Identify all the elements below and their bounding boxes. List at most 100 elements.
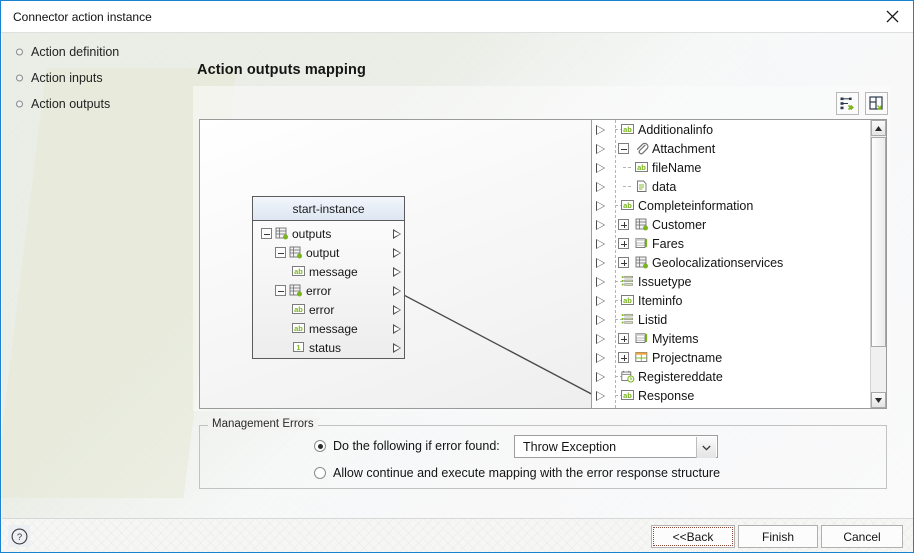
auto-map-icon[interactable] (836, 91, 859, 115)
tree-row-data[interactable]: data (592, 177, 886, 196)
source-row-error-message[interactable]: ab message (253, 319, 404, 338)
structure-icon (289, 284, 303, 297)
grid-icon (635, 351, 649, 364)
tree-row-label: fileName (652, 160, 702, 175)
tree-row-registereddate[interactable]: Registereddate (592, 367, 886, 386)
tree-row-completeinformation[interactable]: ab Completeinformation (592, 196, 886, 215)
sidebar-item-action-definition[interactable]: Action definition (1, 39, 181, 65)
target-port-inner (597, 125, 605, 134)
expand-toggle-icon[interactable] (618, 238, 629, 249)
table-icon (635, 237, 649, 250)
finish-button[interactable]: Finish (738, 525, 818, 548)
tree-row-label: Geolocalizationservices (652, 255, 784, 270)
target-port-inner (597, 144, 605, 153)
tree-row-additionalinfo[interactable]: ab Additionalinfo (592, 120, 886, 139)
collapse-toggle-icon[interactable] (618, 143, 629, 154)
tree-row-label: Fares (652, 236, 684, 251)
tree-row-fares[interactable]: Fares (592, 234, 886, 253)
radio-error-found-icon[interactable] (314, 440, 326, 452)
bullet-icon (16, 100, 23, 108)
source-row-label: error (309, 302, 335, 317)
radio-allow-continue-icon[interactable] (314, 467, 326, 479)
tree-row-projectname[interactable]: Projectname (592, 348, 886, 367)
expand-toggle-icon[interactable] (618, 219, 629, 230)
back-button[interactable]: <<Back (651, 525, 735, 548)
close-icon[interactable] (869, 1, 913, 32)
tree-row-filename[interactable]: ab fileName (592, 158, 886, 177)
bullet-icon (16, 74, 23, 82)
string-icon: ab (621, 294, 635, 307)
string-icon: ab (292, 322, 306, 335)
number-icon: 1 (292, 341, 306, 354)
sidebar-item-action-inputs[interactable]: Action inputs (1, 65, 181, 91)
table-icon (635, 332, 649, 345)
collapse-toggle-icon[interactable] (275, 247, 286, 258)
string-icon: ab (635, 161, 649, 174)
target-port-inner (597, 201, 605, 210)
source-row-outputs[interactable]: outputs (253, 224, 404, 243)
source-row-output[interactable]: output (253, 243, 404, 262)
source-row-error[interactable]: ab error (253, 300, 404, 319)
cancel-button[interactable]: Cancel (821, 525, 903, 548)
error-action-select-value: Throw Exception (523, 439, 617, 454)
string-icon: ab (292, 303, 306, 316)
target-port-inner (597, 163, 605, 172)
target-tree-panel[interactable]: ab Additionalinfo Attachment ab fileName… (591, 120, 886, 408)
target-port-inner (597, 334, 605, 343)
target-port-inner (597, 315, 605, 324)
tree-row-label: Response (638, 388, 695, 403)
svg-text:ab: ab (637, 163, 646, 172)
svg-text:?: ? (16, 532, 21, 543)
layout-panels-icon[interactable] (865, 91, 888, 115)
mapping-canvas[interactable]: start-instance outputs output ab message… (199, 119, 887, 409)
tree-scrollbar[interactable] (870, 120, 886, 408)
collapse-toggle-icon[interactable] (261, 228, 272, 239)
svg-text:ab: ab (623, 125, 632, 134)
tree-row-myitems[interactable]: Myitems (592, 329, 886, 348)
mapping-toolbar (836, 89, 888, 117)
tree-row-label: Completeinformation (638, 198, 754, 213)
tree-row-geolocalizationservices[interactable]: Geolocalizationservices (592, 253, 886, 272)
target-port-inner (597, 258, 605, 267)
chevron-down-icon[interactable] (696, 437, 716, 458)
source-port-inner (393, 249, 400, 256)
source-port-inner (393, 344, 400, 351)
help-icon[interactable]: ? (8, 525, 30, 547)
tree-row-issuetype[interactable]: Issuetype (592, 272, 886, 291)
page-title: Action outputs mapping (197, 62, 366, 78)
tree-row-attachment[interactable]: Attachment (592, 139, 886, 158)
source-row-error-group[interactable]: error (253, 281, 404, 300)
collapse-toggle-icon[interactable] (275, 285, 286, 296)
string-icon: ab (621, 123, 635, 136)
radio-option-error-found[interactable]: Do the following if error found: (314, 439, 500, 453)
scroll-down-icon[interactable] (871, 392, 886, 408)
sidebar-item-label: Action definition (31, 45, 120, 59)
radio-option-allow-continue[interactable]: Allow continue and execute mapping with … (314, 466, 720, 480)
tree-elbow (623, 167, 631, 168)
error-action-select[interactable]: Throw Exception (514, 435, 718, 458)
source-row-status[interactable]: 1 status (253, 338, 404, 357)
scrollbar-thumb[interactable] (871, 137, 886, 347)
expand-toggle-icon[interactable] (618, 333, 629, 344)
sidebar-item-action-outputs[interactable]: Action outputs (1, 91, 181, 117)
tree-row-label: Additionalinfo (638, 122, 714, 137)
source-port-inner (393, 287, 400, 294)
source-row-label: output (306, 245, 340, 260)
source-row-label: error (306, 283, 332, 298)
target-port-inner (597, 391, 605, 400)
source-node-rows: outputs output ab message error ab error… (253, 221, 404, 357)
title-bar: Connector action instance (1, 1, 913, 33)
expand-toggle-icon[interactable] (618, 352, 629, 363)
tree-row-listid[interactable]: Listid (592, 310, 886, 329)
expand-toggle-icon[interactable] (618, 257, 629, 268)
scroll-up-icon[interactable] (871, 120, 886, 136)
source-node-start-instance[interactable]: start-instance outputs output ab message… (252, 196, 405, 359)
svg-text:ab: ab (294, 324, 303, 333)
tree-row-response[interactable]: ab Response (592, 386, 886, 405)
tree-row-iteminfo[interactable]: ab Iteminfo (592, 291, 886, 310)
svg-text:ab: ab (623, 201, 632, 210)
tree-row-label: Myitems (652, 331, 699, 346)
tree-row-customer[interactable]: Customer (592, 215, 886, 234)
source-row-message[interactable]: ab message (253, 262, 404, 281)
tree-row-label: Registereddate (638, 369, 723, 384)
